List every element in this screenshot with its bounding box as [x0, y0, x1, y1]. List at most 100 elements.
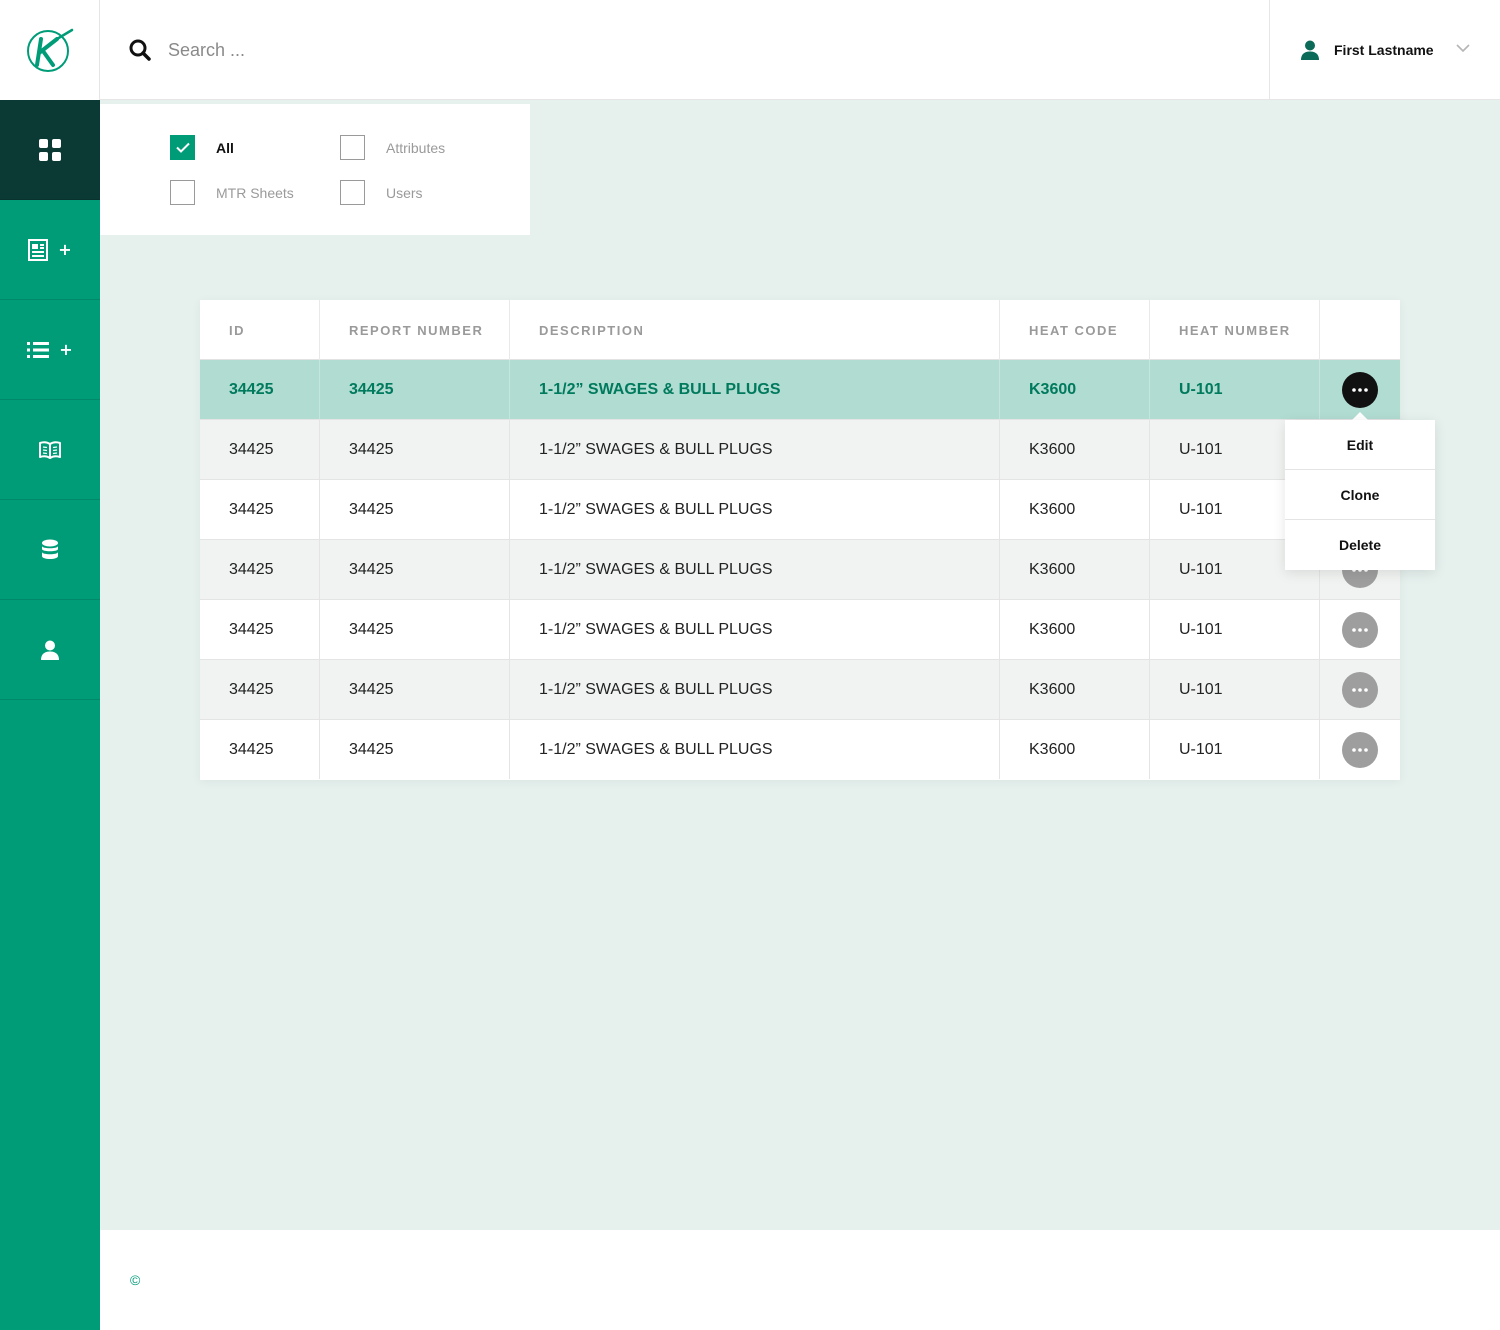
cell-description: 1-1/2” SWAGES & BULL PLUGS [510, 720, 1000, 779]
cell-report-number: 34425 [320, 360, 510, 419]
cell-description: 1-1/2” SWAGES & BULL PLUGS [510, 360, 1000, 419]
sidebar-item-add-list[interactable]: + [0, 300, 100, 400]
cell-actions [1320, 360, 1400, 419]
cell-description: 1-1/2” SWAGES & BULL PLUGS [510, 480, 1000, 539]
cell-description: 1-1/2” SWAGES & BULL PLUGS [510, 660, 1000, 719]
sidebar-item-database[interactable] [0, 500, 100, 600]
filter-attributes[interactable]: Attributes [340, 135, 445, 160]
table-row[interactable]: 34425 34425 1-1/2” SWAGES & BULL PLUGS K… [200, 360, 1400, 420]
cell-actions [1320, 720, 1400, 779]
cell-description: 1-1/2” SWAGES & BULL PLUGS [510, 540, 1000, 599]
filter-attributes-label: Attributes [386, 139, 446, 156]
cell-report-number: 34425 [320, 720, 510, 779]
cell-heat-code: K3600 [1000, 360, 1150, 419]
book-icon [39, 440, 61, 459]
menu-item-clone[interactable]: Clone [1285, 470, 1435, 520]
cell-heat-code: K3600 [1000, 480, 1150, 539]
cell-report-number: 34425 [320, 480, 510, 539]
chevron-down-icon[interactable] [1456, 44, 1470, 53]
cell-id: 34425 [200, 360, 320, 419]
sidebar-item-add-report[interactable]: + [0, 200, 100, 300]
menu-item-delete[interactable]: Delete [1285, 520, 1435, 570]
user-name: First Lastname [1334, 42, 1434, 58]
row-actions-button[interactable] [1342, 731, 1378, 768]
more-horizontal-icon [1352, 387, 1368, 392]
sidebar: + + [0, 0, 100, 1330]
filter-mtr-sheets-label: MTR Sheets [216, 184, 294, 201]
column-header-description[interactable]: DESCRIPTION [510, 300, 1000, 360]
cell-heat-code: K3600 [1000, 420, 1150, 479]
copyright-text: © [130, 1272, 141, 1288]
table-row[interactable]: 34425 34425 1-1/2” SWAGES & BULL PLUGS K… [200, 540, 1400, 600]
footer: © [100, 1230, 1500, 1330]
cell-id: 34425 [200, 660, 320, 719]
cell-heat-number: U-101 [1150, 600, 1320, 659]
filter-mtr-sheets[interactable]: MTR Sheets [170, 180, 294, 205]
dashboard-grid-icon [39, 138, 61, 161]
more-horizontal-icon [1352, 627, 1368, 632]
filter-users-label: Users [386, 184, 423, 201]
user-menu[interactable]: First Lastname [1269, 0, 1500, 100]
cell-actions [1320, 600, 1400, 659]
cell-description: 1-1/2” SWAGES & BULL PLUGS [510, 420, 1000, 479]
sidebar-item-dashboard[interactable] [0, 100, 100, 200]
search-filter-panel: All Attributes MTR Sheets Users [100, 104, 530, 235]
cell-heat-number: U-101 [1150, 360, 1320, 419]
row-actions-button[interactable] [1342, 671, 1378, 708]
table-row[interactable]: 34425 34425 1-1/2” SWAGES & BULL PLUGS K… [200, 600, 1400, 660]
cell-report-number: 34425 [320, 420, 510, 479]
search-input[interactable] [168, 30, 768, 70]
database-icon [42, 539, 58, 559]
user-avatar-icon [1301, 40, 1319, 60]
column-header-id[interactable]: ID [200, 300, 320, 360]
row-actions-button[interactable] [1342, 611, 1378, 648]
user-icon [41, 640, 59, 660]
cell-heat-code: K3600 [1000, 540, 1150, 599]
cell-heat-number: U-101 [1150, 720, 1320, 779]
cell-report-number: 34425 [320, 660, 510, 719]
sidebar-item-book[interactable] [0, 400, 100, 500]
mtr-table: ID REPORT NUMBER DESCRIPTION HEAT CODE H… [200, 300, 1400, 780]
cell-heat-code: K3600 [1000, 660, 1150, 719]
more-horizontal-icon [1352, 687, 1368, 692]
cell-heat-code: K3600 [1000, 600, 1150, 659]
table-row[interactable]: 34425 34425 1-1/2” SWAGES & BULL PLUGS K… [200, 660, 1400, 720]
row-menu-arrow [1352, 412, 1368, 420]
top-bar: First Lastname [100, 0, 1500, 100]
cell-heat-code: K3600 [1000, 720, 1150, 779]
menu-item-edit[interactable]: Edit [1285, 420, 1435, 470]
sidebar-item-users[interactable] [0, 600, 100, 700]
more-horizontal-icon [1352, 747, 1368, 752]
table-row[interactable]: 34425 34425 1-1/2” SWAGES & BULL PLUGS K… [200, 720, 1400, 780]
add-report-icon [28, 238, 49, 261]
filter-users[interactable]: Users [340, 180, 423, 205]
table-row[interactable]: 34425 34425 1-1/2” SWAGES & BULL PLUGS K… [200, 420, 1400, 480]
filter-all[interactable]: All [170, 135, 234, 160]
cell-actions [1320, 660, 1400, 719]
cell-report-number: 34425 [320, 600, 510, 659]
cell-report-number: 34425 [320, 540, 510, 599]
checkbox-users[interactable] [340, 180, 365, 205]
row-actions-button[interactable] [1342, 371, 1378, 408]
cell-heat-number: U-101 [1150, 660, 1320, 719]
checkbox-all[interactable] [170, 135, 195, 160]
column-header-actions [1320, 300, 1400, 360]
cell-description: 1-1/2” SWAGES & BULL PLUGS [510, 600, 1000, 659]
cell-id: 34425 [200, 420, 320, 479]
column-header-heat-number[interactable]: HEAT NUMBER [1150, 300, 1320, 360]
column-header-report-number[interactable]: REPORT NUMBER [320, 300, 510, 360]
add-list-icon [27, 341, 50, 358]
plus-icon: + [58, 240, 72, 259]
table-header: ID REPORT NUMBER DESCRIPTION HEAT CODE H… [200, 300, 1400, 360]
filter-all-label: All [216, 139, 234, 156]
logo[interactable] [0, 0, 100, 100]
checkbox-attributes[interactable] [340, 135, 365, 160]
cell-id: 34425 [200, 540, 320, 599]
checkbox-mtr-sheets[interactable] [170, 180, 195, 205]
checkmark-icon [175, 142, 190, 153]
search-icon[interactable] [128, 38, 152, 62]
column-header-heat-code[interactable]: HEAT CODE [1000, 300, 1150, 360]
plus-icon: + [59, 340, 73, 359]
table-row[interactable]: 34425 34425 1-1/2” SWAGES & BULL PLUGS K… [200, 480, 1400, 540]
cell-id: 34425 [200, 480, 320, 539]
